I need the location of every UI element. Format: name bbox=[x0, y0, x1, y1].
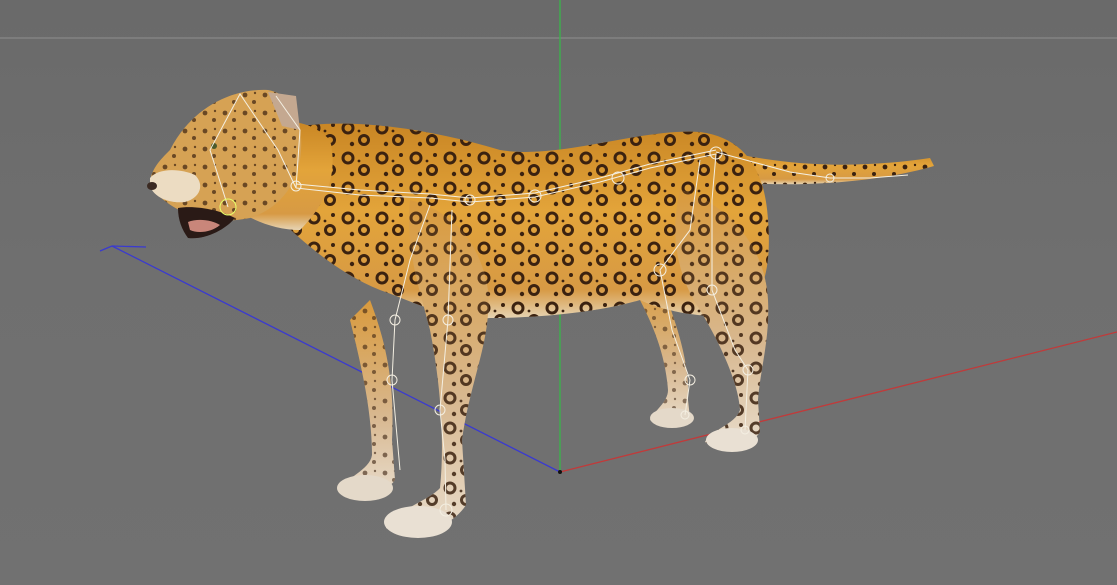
paw-front-near bbox=[384, 506, 452, 538]
jaguar-model[interactable] bbox=[147, 89, 934, 538]
nose bbox=[147, 182, 157, 190]
muzzle bbox=[150, 170, 201, 203]
3d-viewport[interactable] bbox=[0, 0, 1117, 585]
world-origin bbox=[558, 470, 562, 474]
z-axis-tick bbox=[111, 245, 147, 248]
paw-hind-near bbox=[706, 428, 758, 452]
far-front-leg-spots bbox=[340, 300, 395, 496]
viewport-scene bbox=[0, 0, 1117, 538]
paw-front-far bbox=[337, 475, 393, 501]
x-axis-line bbox=[559, 331, 1117, 473]
z-axis-tick-2 bbox=[99, 245, 113, 252]
